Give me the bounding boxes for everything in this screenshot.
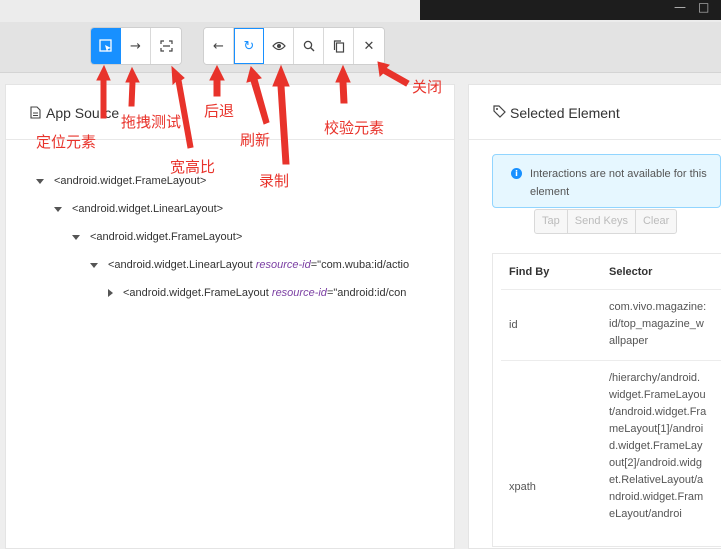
annotation-verify: 校验元素 — [324, 119, 385, 137]
annotation-drag: 拖拽测试 — [121, 113, 182, 131]
arrow-drag — [125, 66, 140, 107]
arrow-ratio — [171, 65, 194, 149]
arrow-record — [272, 64, 290, 165]
arrow-close — [377, 61, 410, 87]
annotation-back: 后退 — [204, 102, 235, 120]
arrow-back — [209, 64, 225, 97]
annotation-refresh: 刷新 — [240, 131, 271, 149]
annotation-close: 关闭 — [412, 78, 443, 96]
annotation-locate: 定位元素 — [36, 133, 97, 151]
arrow-refresh — [246, 65, 270, 125]
annotation-record: 录制 — [259, 172, 290, 190]
annotation-arrows — [96, 61, 410, 165]
arrow-locate — [96, 64, 111, 119]
arrow-verify — [335, 64, 351, 104]
annotation-ratio: 宽高比 — [170, 158, 216, 176]
